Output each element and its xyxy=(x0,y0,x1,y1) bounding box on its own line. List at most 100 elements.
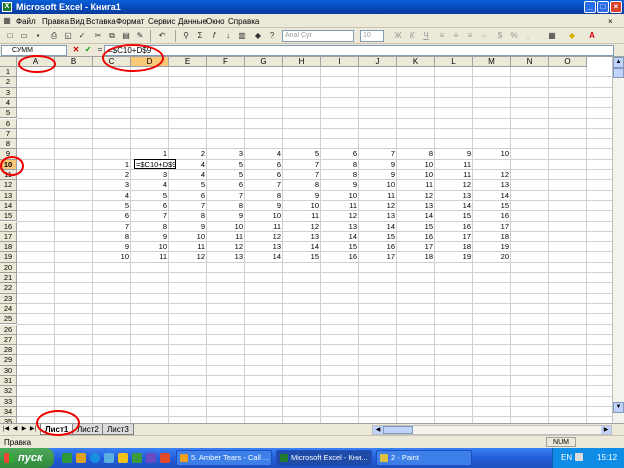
table-cell[interactable]: 4 xyxy=(131,180,169,190)
quicklaunch-icon-6[interactable] xyxy=(132,453,142,463)
table-cell[interactable]: 9 xyxy=(131,232,169,242)
column-header-f[interactable]: F xyxy=(207,57,245,67)
table-cell[interactable]: 13 xyxy=(435,191,473,201)
table-cell[interactable]: 11 xyxy=(169,242,207,252)
table-cell[interactable]: 14 xyxy=(245,252,283,262)
fill-color-icon[interactable]: ◆ xyxy=(566,30,578,42)
table-cell[interactable]: 7 xyxy=(169,201,207,211)
drawing-icon[interactable]: ◆ xyxy=(252,30,264,42)
table-cell[interactable]: 11 xyxy=(435,170,473,180)
column-header-e[interactable]: E xyxy=(169,57,207,67)
table-cell[interactable]: 9 xyxy=(321,180,359,190)
column-header-j[interactable]: J xyxy=(359,57,397,67)
table-cell[interactable]: 4 xyxy=(169,170,207,180)
table-cell[interactable]: 6 xyxy=(245,160,283,170)
row-header-14[interactable]: 14 xyxy=(0,200,17,212)
table-cell[interactable]: 14 xyxy=(283,242,321,252)
row-header-31[interactable]: 31 xyxy=(0,376,17,387)
table-cell[interactable]: 10 xyxy=(397,160,435,170)
quicklaunch-icon-4[interactable] xyxy=(104,453,114,463)
table-cell[interactable]: 15 xyxy=(397,222,435,232)
column-header-o[interactable]: O xyxy=(549,57,587,67)
table-cell[interactable]: 9 xyxy=(359,160,397,170)
table-cell[interactable]: 11 xyxy=(435,160,473,170)
row-header-30[interactable]: 30 xyxy=(0,365,17,376)
table-cell[interactable]: 10 xyxy=(207,222,245,232)
row-header-3[interactable]: 3 xyxy=(0,87,17,98)
row-header-15[interactable]: 15 xyxy=(0,211,17,222)
cell-row9[interactable]: 3 xyxy=(207,149,245,159)
table-cell[interactable]: 11 xyxy=(283,211,321,221)
table-cell[interactable]: 8 xyxy=(169,211,207,221)
cell-row9[interactable]: 5 xyxy=(283,149,321,159)
table-cell[interactable]: 14 xyxy=(359,222,397,232)
table-cell[interactable]: 3 xyxy=(131,170,169,180)
table-cell[interactable]: 12 xyxy=(169,252,207,262)
quicklaunch-icon-7[interactable] xyxy=(146,453,156,463)
font-size-combo[interactable]: 10 xyxy=(360,30,384,42)
table-cell[interactable]: 16 xyxy=(435,222,473,232)
column-header-l[interactable]: L xyxy=(435,57,473,67)
cell-col-c[interactable]: 9 xyxy=(93,242,131,252)
table-cell[interactable]: 13 xyxy=(207,252,245,262)
select-all-corner[interactable] xyxy=(0,57,17,67)
menu-insert[interactable]: Вставка xyxy=(86,17,116,26)
row-header-6[interactable]: 6 xyxy=(0,118,17,129)
merge-icon[interactable]: ⇔ xyxy=(478,30,490,42)
table-cell[interactable]: 18 xyxy=(473,232,511,242)
format-painter-icon[interactable]: ✎ xyxy=(134,30,146,42)
cancel-icon[interactable]: ✕ xyxy=(70,44,82,56)
table-cell[interactable]: 18 xyxy=(435,242,473,252)
table-cell[interactable]: 8 xyxy=(207,201,245,211)
excel-icon[interactable]: X xyxy=(2,2,12,12)
table-cell[interactable]: 5 xyxy=(207,160,245,170)
table-cell[interactable]: 16 xyxy=(397,232,435,242)
table-cell[interactable]: 12 xyxy=(207,242,245,252)
column-header-h[interactable]: H xyxy=(283,57,321,67)
autosum-icon[interactable]: Σ xyxy=(194,30,206,42)
table-cell[interactable]: 8 xyxy=(321,170,359,180)
cell-row9[interactable]: 1 xyxy=(131,149,169,159)
editing-cell[interactable]: =$C10+D$9 xyxy=(134,159,176,169)
row-header-28[interactable]: 28 xyxy=(0,345,17,356)
prev-sheet-icon[interactable]: ◀ xyxy=(11,425,19,434)
hscroll-thumb[interactable] xyxy=(383,426,413,434)
quicklaunch-icon-8[interactable] xyxy=(160,453,170,463)
cell-col-c[interactable]: 7 xyxy=(93,222,131,232)
row-header-22[interactable]: 22 xyxy=(0,283,17,294)
table-cell[interactable]: 5 xyxy=(207,170,245,180)
table-cell[interactable]: 17 xyxy=(473,222,511,232)
percent-icon[interactable]: % xyxy=(508,30,520,42)
table-cell[interactable]: 19 xyxy=(435,252,473,262)
table-cell[interactable]: 7 xyxy=(283,170,321,180)
table-cell[interactable]: 20 xyxy=(473,252,511,262)
cell-row9[interactable]: 9 xyxy=(435,149,473,159)
table-cell[interactable]: 17 xyxy=(435,232,473,242)
italic-icon[interactable]: К xyxy=(406,30,418,42)
table-cell[interactable]: 12 xyxy=(245,232,283,242)
language-indicator[interactable]: EN xyxy=(561,453,572,462)
row-header-2[interactable]: 2 xyxy=(0,77,17,88)
cell-row9[interactable]: 6 xyxy=(321,149,359,159)
bold-icon[interactable]: Ж xyxy=(392,30,404,42)
table-cell[interactable]: 7 xyxy=(207,191,245,201)
underline-icon[interactable]: Ч xyxy=(420,30,432,42)
table-cell[interactable]: 6 xyxy=(169,191,207,201)
scroll-left-icon[interactable]: ◀ xyxy=(373,426,383,434)
menu-help[interactable]: Справка xyxy=(228,17,259,26)
column-header-n[interactable]: N xyxy=(511,57,549,67)
row-header-26[interactable]: 26 xyxy=(0,324,17,335)
row-header-7[interactable]: 7 xyxy=(0,128,17,140)
scroll-up-icon[interactable]: ▲ xyxy=(613,57,624,68)
table-cell[interactable]: 7 xyxy=(283,160,321,170)
row-header-23[interactable]: 23 xyxy=(0,293,17,304)
tray-icon[interactable] xyxy=(575,453,583,461)
table-cell[interactable]: 9 xyxy=(245,201,283,211)
table-cell[interactable]: 13 xyxy=(359,211,397,221)
sort-asc-icon[interactable]: ↓ xyxy=(222,30,234,42)
column-header-i[interactable]: I xyxy=(321,57,359,67)
print-icon[interactable]: ⎙ xyxy=(48,30,60,42)
tab-sheet3[interactable]: Лист3 xyxy=(102,424,134,435)
currency-icon[interactable]: $ xyxy=(494,30,506,42)
table-cell[interactable]: 14 xyxy=(473,191,511,201)
